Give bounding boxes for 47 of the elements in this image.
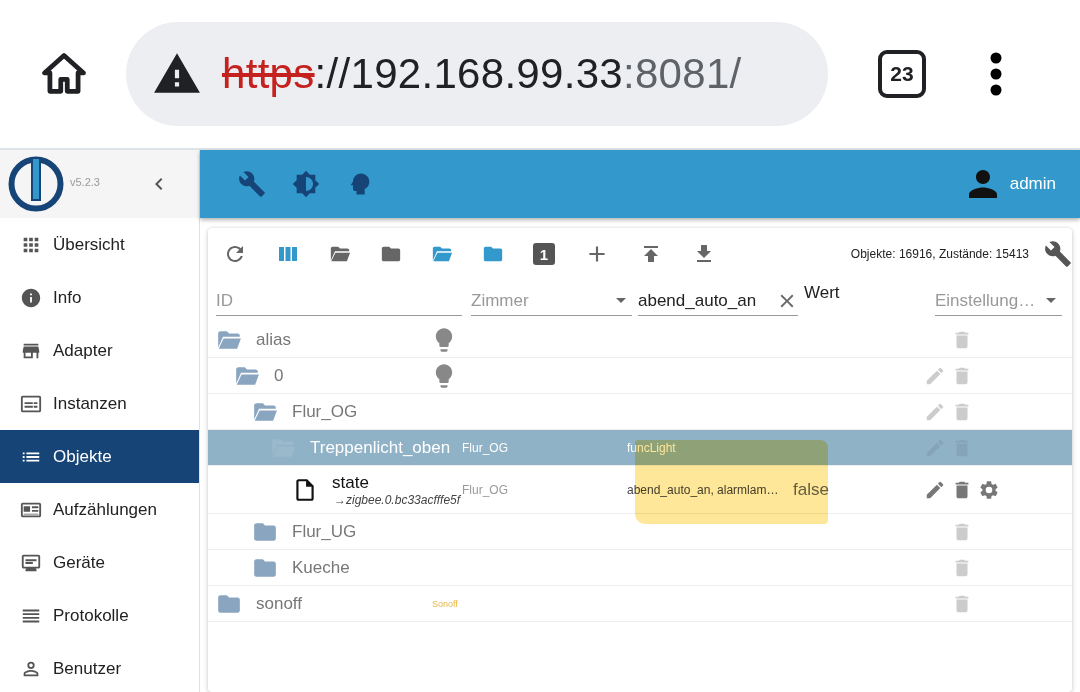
nav-item[interactable]: Instanzen	[0, 377, 199, 430]
nav-item[interactable]: Protokolle	[0, 589, 199, 642]
object-name: Flur_OG	[292, 401, 358, 422]
value-text: false	[793, 479, 829, 499]
caret-icon	[616, 298, 626, 303]
object-name: sonoff	[256, 593, 302, 614]
nav-item[interactable]: Übersicht	[0, 218, 199, 271]
function-text: abend_auto_an, alarmlam…	[627, 482, 779, 497]
page-button[interactable]: 1	[533, 243, 555, 265]
object-name: Kueche	[292, 557, 350, 578]
tree-row[interactable]: state →zigbee.0.bc33acfffe5f Flur_OG abend_auto_an, alarmlam… false	[208, 466, 1072, 514]
brightness-icon[interactable]	[292, 170, 320, 198]
tree-row[interactable]: sonoff Sonoff	[208, 586, 1072, 622]
nav-item[interactable]: Geräte	[0, 536, 199, 589]
function-filter-field[interactable]: abend_auto_an	[638, 286, 798, 316]
more-menu-icon[interactable]	[990, 52, 1002, 96]
object-name: alias	[256, 329, 291, 350]
nav-item[interactable]: Objekte	[0, 430, 199, 483]
tree-row[interactable]: alias	[208, 322, 1072, 358]
tree-row[interactable]: Flur_UG	[208, 514, 1072, 550]
alias-target: →zigbee.0.bc33acfffe5f	[334, 492, 461, 507]
version-label: v5.2.3	[70, 176, 100, 188]
nav-icon	[20, 286, 42, 309]
object-name: Treppenlicht_oben	[310, 437, 451, 458]
nav-item[interactable]: Adapter	[0, 324, 199, 377]
settings-icon[interactable]	[978, 478, 1000, 501]
nav-item[interactable]: Aufzählungen	[0, 483, 199, 536]
object-count: Objekte: 16916, Zustände: 15413	[850, 247, 1029, 261]
room-text: Flur_OG	[462, 482, 508, 497]
app-logo	[8, 156, 64, 212]
room-text: Flur_OG	[462, 440, 508, 455]
value-column-label: Wert	[804, 283, 840, 303]
nav-item[interactable]: Benutzer	[0, 642, 199, 692]
object-name: 0	[274, 365, 284, 386]
wrench-icon[interactable]	[1044, 240, 1072, 268]
user-name: admin	[1009, 174, 1056, 194]
address-bar[interactable]: https://192.168.99.33:8081/	[126, 22, 828, 126]
nav-item[interactable]: Info	[0, 271, 199, 324]
tree-row[interactable]: Kueche	[208, 550, 1072, 586]
adapter-logo-text: Sonoff	[432, 598, 458, 609]
tab-count-button[interactable]: 23	[878, 50, 926, 98]
url-text: https://192.168.99.33:8081/	[222, 50, 742, 98]
object-name: state	[332, 472, 370, 493]
object-name: Flur_UG	[292, 521, 357, 542]
caret-icon	[1046, 298, 1056, 303]
wrench-icon[interactable]	[238, 170, 266, 198]
tree-row[interactable]: 0	[208, 358, 1072, 394]
